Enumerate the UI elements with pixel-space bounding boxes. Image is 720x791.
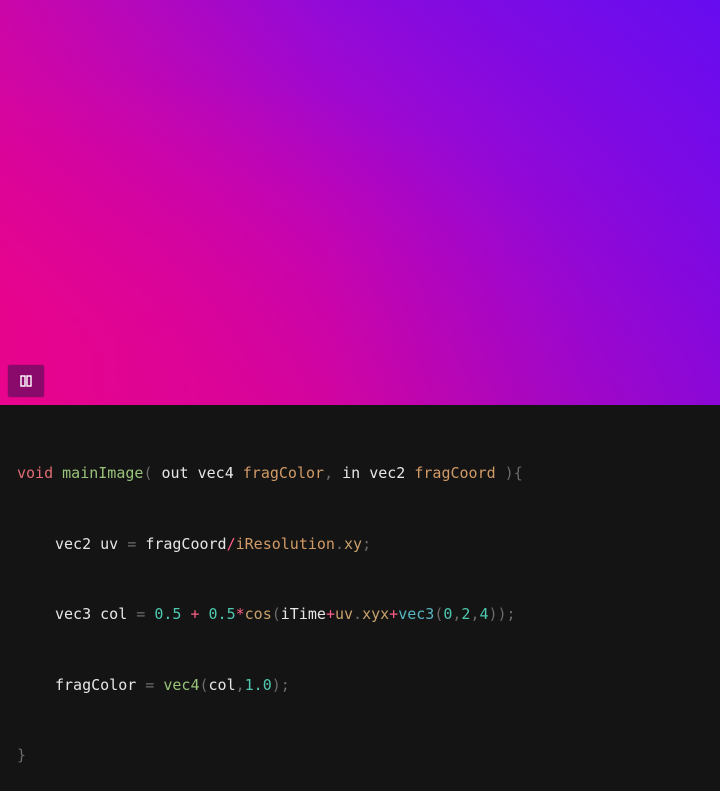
code-token: 0.5: [154, 605, 182, 623]
code-token: iTime: [280, 605, 326, 623]
code-token: =: [136, 675, 164, 694]
code-token: 4: [479, 605, 489, 623]
code-token: ){: [495, 464, 523, 482]
code-token: ,: [324, 464, 343, 482]
code-token: 2: [461, 605, 471, 623]
code-token: +: [325, 605, 335, 623]
code-token: xyx: [362, 605, 390, 623]
code-token: 0: [443, 605, 453, 623]
code-token: fragColor: [242, 464, 325, 482]
code-token: .: [353, 605, 363, 623]
code-token: 0.5: [208, 605, 236, 623]
code-token: ));: [488, 605, 516, 623]
code-token: fragCoord: [414, 464, 496, 482]
code-token: iResolution: [235, 534, 335, 553]
code-token: void: [17, 464, 54, 482]
code-token: /: [226, 534, 236, 553]
code-token: (: [199, 675, 209, 694]
code-token: *: [235, 605, 245, 623]
code-token: (: [143, 464, 162, 482]
code-token: ,: [452, 605, 462, 623]
code-line-3: vec3 col = 0.5 + 0.5*cos(iTime+uv.xyx+ve…: [0, 603, 720, 627]
code-token: =: [118, 534, 146, 553]
pause-icon: [20, 375, 32, 387]
code-line-4: fragColor = vec4(col,1.0);: [0, 674, 720, 698]
gradient-output: [0, 0, 720, 405]
code-token: );: [271, 675, 290, 694]
code-token: .: [334, 534, 344, 553]
code-token: mainImage: [62, 464, 144, 482]
pause-button[interactable]: [8, 365, 44, 397]
code-token: ,: [470, 605, 480, 623]
code-token: xy: [344, 534, 363, 553]
code-token: (: [434, 605, 444, 623]
code-line-1: void mainImage( out vec4 fragColor, in v…: [0, 462, 720, 486]
code-token: ,: [235, 675, 245, 694]
code-token: vec3 col: [55, 605, 128, 623]
shader-canvas[interactable]: [0, 0, 720, 405]
code-token: 1.0: [244, 675, 272, 694]
code-token: out vec4: [161, 464, 234, 482]
code-token: fragColor: [55, 675, 137, 694]
code-token: uv: [334, 605, 354, 623]
code-token: vec4: [163, 675, 200, 694]
code-line-5: }: [0, 744, 720, 768]
code-token: vec2 uv: [55, 534, 119, 553]
code-token: cos: [244, 605, 272, 623]
code-editor[interactable]: void mainImage( out vec4 fragColor, in v…: [0, 405, 720, 764]
code-token: ;: [362, 534, 372, 553]
code-token: fragCoord: [145, 534, 227, 553]
code-token: in vec2: [342, 464, 406, 482]
code-token: +: [389, 605, 399, 623]
code-token: +: [181, 605, 209, 623]
code-token: =: [127, 605, 155, 623]
code-token: }: [17, 746, 27, 764]
code-token: col: [208, 675, 236, 694]
code-token: (: [271, 605, 281, 623]
code-line-2: vec2 uv = fragCoord/iResolution.xy;: [0, 533, 720, 557]
code-token: vec3: [398, 605, 435, 623]
